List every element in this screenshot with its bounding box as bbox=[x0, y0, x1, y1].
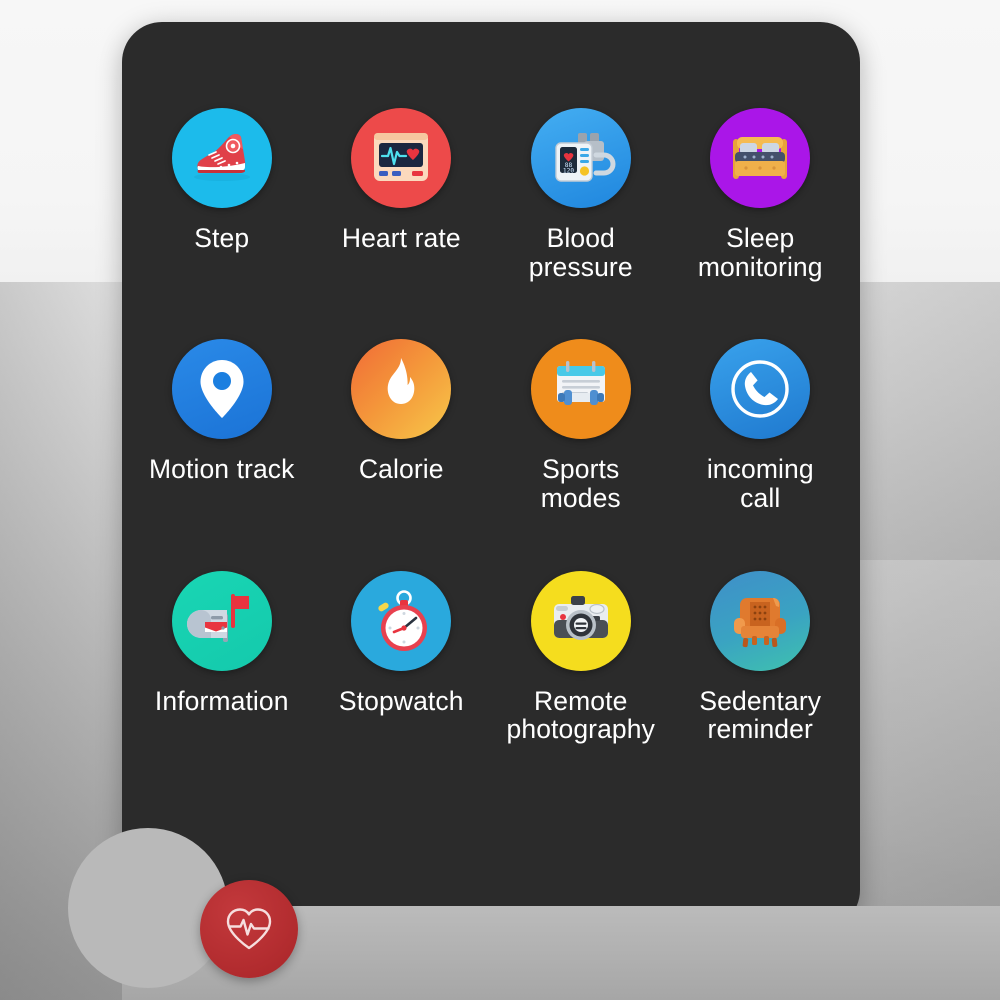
feature-tile-incoming-call[interactable]: incoming call bbox=[671, 339, 851, 570]
feature-tile-label: Motion track bbox=[148, 454, 295, 485]
feature-tile-label: Stopwatch bbox=[338, 685, 464, 716]
armchair-icon[interactable] bbox=[710, 570, 811, 671]
feature-tile-calorie[interactable]: Calorie bbox=[312, 339, 492, 570]
sneaker-icon[interactable] bbox=[171, 108, 272, 208]
feature-tile-label: Calorie bbox=[358, 454, 444, 485]
feature-tile-label: Remote photography bbox=[506, 685, 655, 745]
feature-tile-information[interactable]: Information bbox=[132, 570, 312, 802]
stopwatch-icon[interactable] bbox=[351, 570, 452, 671]
feature-tile-sleep-monitoring[interactable]: Sleep monitoring bbox=[671, 108, 851, 339]
feature-tile-motion-track[interactable]: Motion track bbox=[132, 339, 312, 570]
dumbbell-notes-icon[interactable] bbox=[530, 339, 631, 440]
feature-tile-label: Blood pressure bbox=[528, 223, 633, 282]
feature-tile-blood-pressure[interactable]: 88 120 Blood pressure bbox=[491, 108, 671, 339]
blood-pressure-icon[interactable]: 88 120 bbox=[530, 108, 631, 208]
phone-handset-icon[interactable] bbox=[710, 339, 811, 440]
feature-tile-label: Heart rate bbox=[341, 223, 461, 253]
feature-tile-label: Sports modes bbox=[540, 454, 621, 513]
feature-tile-heart-rate[interactable]: Heart rate bbox=[312, 108, 492, 339]
camera-icon[interactable] bbox=[530, 570, 631, 671]
heart-monitor-icon[interactable] bbox=[351, 108, 452, 208]
feature-tile-sports-modes[interactable]: Sports modes bbox=[491, 339, 671, 570]
svg-text:120: 120 bbox=[563, 168, 574, 175]
flame-icon[interactable] bbox=[351, 339, 452, 440]
screen: Step Heart rate 88 120 Blood pressure Sl… bbox=[0, 0, 1000, 1000]
feature-tile-sedentary-reminder[interactable]: Sedentary reminder bbox=[671, 570, 851, 802]
feature-tile-label: Sleep monitoring bbox=[697, 223, 823, 282]
feature-tile-label: Sedentary reminder bbox=[699, 685, 822, 745]
feature-tile-step[interactable]: Step bbox=[132, 108, 312, 339]
feature-tile-remote-photography[interactable]: Remote photography bbox=[491, 570, 671, 802]
feature-tile-label: incoming call bbox=[706, 454, 814, 513]
heart-rate-fab-button[interactable] bbox=[200, 880, 298, 978]
feature-tile-label: Information bbox=[154, 685, 289, 716]
feature-grid: Step Heart rate 88 120 Blood pressure Sl… bbox=[122, 22, 860, 842]
heart-pulse-icon bbox=[226, 908, 272, 950]
mailbox-icon[interactable] bbox=[171, 570, 272, 671]
feature-tile-stopwatch[interactable]: Stopwatch bbox=[312, 570, 492, 802]
bed-icon[interactable] bbox=[710, 108, 811, 208]
feature-tile-label: Step bbox=[194, 223, 250, 253]
map-pin-icon[interactable] bbox=[171, 339, 272, 440]
